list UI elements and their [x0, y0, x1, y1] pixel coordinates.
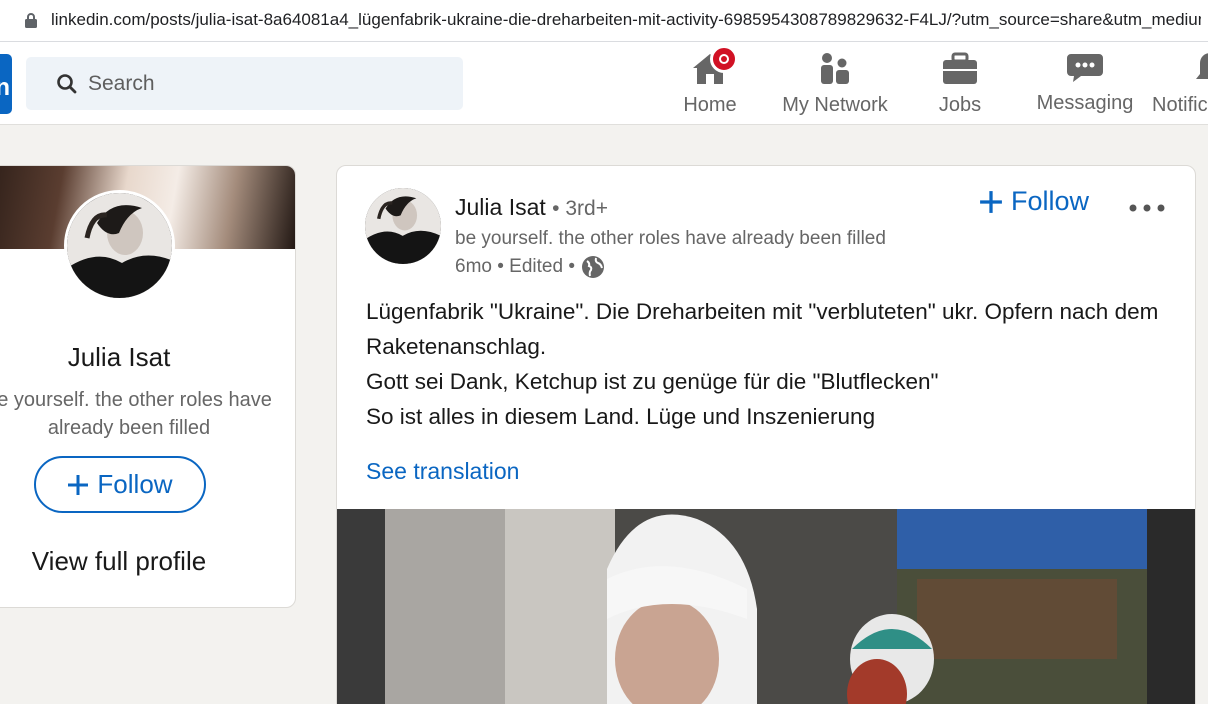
post-text-line: Gott sei Dank, Ketchup ist zu genüge für…	[366, 369, 939, 394]
url-text[interactable]: linkedin.com/posts/julia-isat-8a64081a4_…	[51, 10, 1201, 30]
post-author-name[interactable]: Julia Isat • 3rd+	[455, 194, 608, 221]
profile-avatar[interactable]	[64, 190, 175, 301]
nav-my-network-label: My Network	[782, 94, 888, 116]
nav-jobs[interactable]: Jobs	[920, 42, 1000, 125]
plus-icon	[980, 190, 1002, 213]
search-input[interactable]	[88, 69, 438, 99]
bell-icon	[1196, 53, 1208, 79]
see-translation-button[interactable]: See translation	[366, 458, 519, 485]
post-author-photo	[365, 188, 441, 264]
nav-notifications-label: Notifications	[1152, 94, 1208, 116]
post-author-avatar[interactable]	[365, 188, 441, 264]
messaging-icon	[1067, 54, 1103, 82]
browser-url-bar[interactable]: linkedin.com/posts/julia-isat-8a64081a4_…	[0, 0, 1208, 42]
ellipsis-icon	[1129, 204, 1165, 212]
nav-home[interactable]: Home	[670, 42, 750, 125]
post-author-headline: be yourself. the other roles have alread…	[455, 228, 886, 249]
plus-icon	[68, 474, 89, 495]
post-text-line: Lügenfabrik "Ukraine". Die Dreharbeiten …	[366, 299, 1159, 359]
linkedin-logo[interactable]: in	[0, 54, 12, 114]
linkedin-logo-mark: in	[0, 74, 10, 101]
post-author-name-text[interactable]: Julia Isat	[455, 194, 546, 220]
search-icon	[57, 74, 77, 94]
connection-degree: • 3rd+	[552, 197, 608, 220]
view-full-profile-link[interactable]: View full profile	[0, 546, 257, 577]
nav-jobs-label: Jobs	[938, 94, 982, 116]
profile-follow-button[interactable]: Follow	[34, 456, 206, 513]
profile-follow-label: Follow	[97, 469, 173, 499]
post-meta: 6mo • Edited •	[455, 255, 605, 279]
post-text: Lügenfabrik "Ukraine". Die Dreharbeiten …	[366, 294, 1166, 434]
nav-messaging[interactable]: Messaging	[1030, 42, 1140, 125]
post-meta-text: 6mo • Edited •	[455, 256, 575, 277]
post-card: Julia Isat • 3rd+ be yourself. the other…	[336, 165, 1196, 704]
more-options-button[interactable]	[1125, 190, 1169, 218]
globe-icon	[581, 256, 604, 278]
nav-my-network[interactable]: My Network	[772, 42, 898, 125]
post-follow-label: Follow	[1011, 186, 1090, 216]
lock-icon	[25, 13, 37, 28]
profile-headline: be yourself. the other roles have alread…	[0, 389, 272, 439]
post-text-line: So ist alles in diesem Land. Lüge und In…	[366, 404, 876, 429]
nav-notifications[interactable]: Notifications	[1150, 42, 1208, 125]
my-network-icon	[821, 53, 849, 84]
nav-messaging-label: Messaging	[1036, 92, 1134, 114]
global-nav: in Home My Network Jobs	[0, 42, 1208, 125]
search-box[interactable]	[26, 57, 463, 110]
profile-name[interactable]: Julia Isat	[0, 342, 257, 373]
post-photo	[337, 509, 1195, 704]
profile-card: Julia Isat be yourself. the other roles …	[0, 165, 296, 608]
post-follow-button[interactable]: Follow	[979, 186, 1089, 217]
nav-home-label: Home	[683, 94, 737, 116]
post-image[interactable]	[337, 509, 1195, 704]
profile-photo	[67, 193, 172, 298]
briefcase-icon	[943, 52, 977, 84]
notification-badge	[710, 45, 738, 73]
